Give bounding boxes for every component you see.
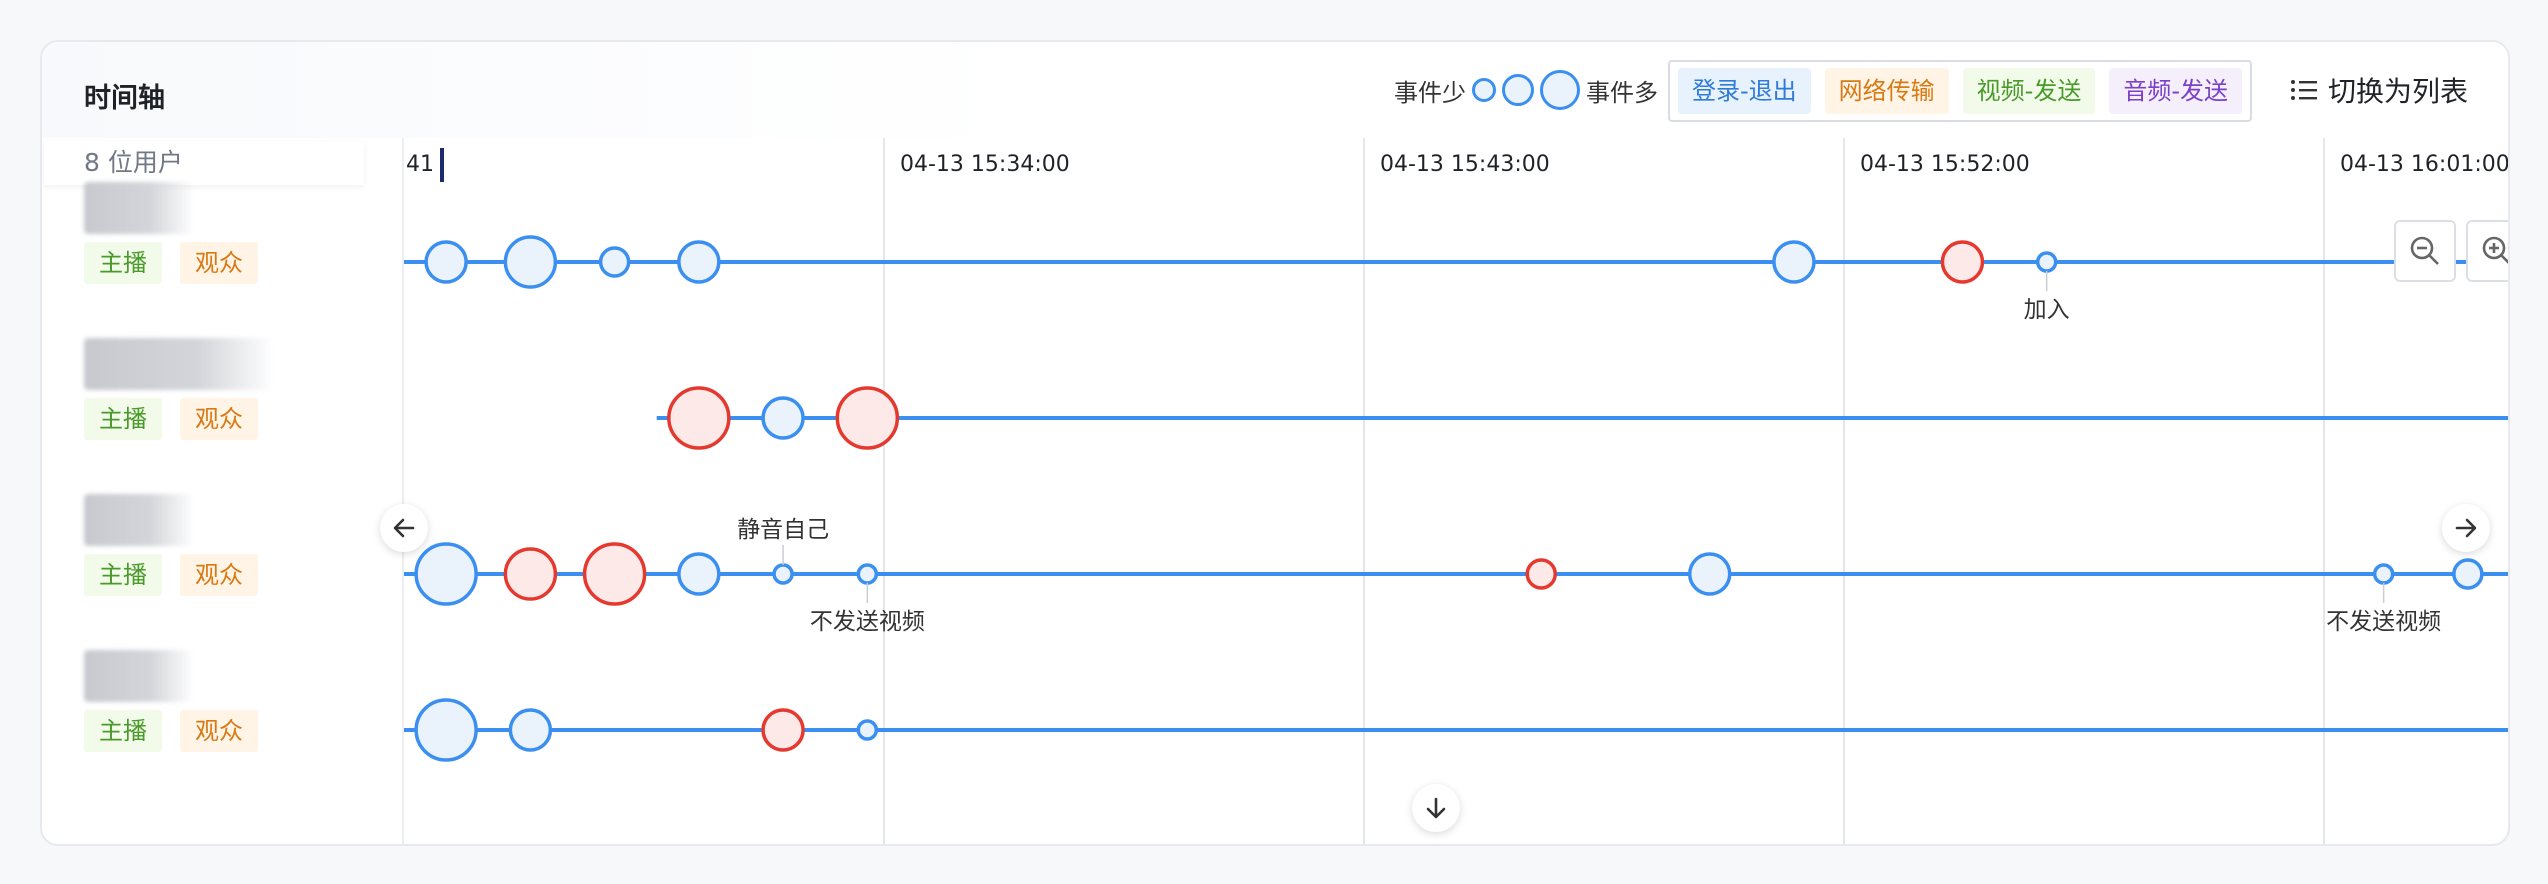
axis-tick-label: 04-13 15:43:00 [1380, 152, 1550, 177]
role-audience-badge: 观众 [180, 554, 258, 596]
event-marker[interactable] [2452, 558, 2484, 590]
arrow-left-icon [393, 518, 415, 538]
event-marker[interactable] [677, 240, 721, 284]
size-legend: 事件少 事件多 [1394, 70, 1658, 110]
role-audience-badge: 观众 [180, 242, 258, 284]
user-name-blurred [84, 338, 274, 390]
arrow-down-icon [1426, 797, 1446, 819]
role-host-badge: 主播 [84, 710, 162, 752]
user-row[interactable]: 主播 观众 [84, 182, 384, 302]
timeline-svg: 加入静音自己不发送视频 不发送视频 [404, 138, 2508, 844]
legend-login-logout[interactable]: 登录-退出 [1678, 68, 1811, 114]
role-audience-badge: 观众 [180, 398, 258, 440]
category-legend: 登录-退出 网络传输 视频-发送 音频-发送 [1668, 60, 2253, 122]
event-marker-error[interactable] [1525, 558, 1557, 590]
user-name-blurred [84, 182, 194, 234]
size-legend-less: 事件少 [1394, 78, 1466, 107]
zoom-in-icon [2482, 236, 2508, 264]
user-row[interactable]: 主播 观众 [84, 338, 384, 458]
event-marker-error[interactable] [503, 547, 558, 601]
event-marker[interactable] [772, 563, 794, 585]
switch-label: 切换为列表 [2328, 75, 2469, 108]
event-marker[interactable] [598, 246, 631, 278]
event-marker[interactable] [414, 542, 478, 606]
axis-tick-label: 04-13 16:01:00 [2340, 152, 2510, 177]
legend-network[interactable]: 网络传输 [1824, 68, 1949, 114]
size-medium-dot [1502, 74, 1534, 106]
arrow-right-icon [2455, 518, 2477, 538]
event-marker[interactable] [1687, 552, 1732, 596]
user-count: 8 位用户 [44, 141, 364, 185]
axis-partial-label: 41 [406, 152, 434, 177]
event-marker[interactable] [424, 240, 468, 284]
zoom-in-button[interactable] [2466, 220, 2508, 282]
user-name-blurred [84, 650, 194, 702]
scroll-down-button[interactable] [1412, 784, 1460, 832]
header: 时间轴 事件少 事件多 登录-退出 网络传输 视频-发送 音频-发送 切换为列表 [42, 42, 2508, 138]
role-host-badge: 主播 [84, 398, 162, 440]
event-label: 不发送视频 [2326, 609, 2441, 635]
axis-tick-label: 04-13 15:34:00 [900, 152, 1070, 177]
zoom-out-button[interactable] [2394, 220, 2456, 282]
legend-audio-send[interactable]: 音频-发送 [2109, 68, 2243, 114]
page-title: 时间轴 [84, 83, 165, 114]
event-marker[interactable] [2035, 251, 2058, 273]
role-audience-badge: 观众 [180, 710, 258, 752]
legend-video-send[interactable]: 视频-发送 [1962, 68, 2096, 114]
event-marker-error[interactable] [667, 386, 731, 450]
timeline-area: 加入静音自己不发送视频 不发送视频 41 04-13 15:34:00 04-13… [380, 138, 2510, 844]
event-label: 加入 [2024, 297, 2070, 323]
event-marker[interactable] [503, 235, 558, 289]
event-marker-error[interactable] [835, 386, 900, 450]
event-marker-error[interactable] [1940, 240, 1985, 284]
event-marker[interactable] [2372, 563, 2395, 585]
size-small-dot [1472, 78, 1496, 102]
axis-tick-label: 04-13 15:52:00 [1860, 152, 2030, 177]
event-marker-error[interactable] [761, 708, 805, 752]
role-host-badge: 主播 [84, 242, 162, 284]
event-marker[interactable] [677, 552, 721, 596]
switch-to-list-button[interactable]: 切换为列表 [2290, 70, 2468, 110]
scroll-right-button[interactable] [2442, 504, 2490, 552]
event-marker[interactable] [856, 719, 879, 741]
event-marker[interactable] [856, 563, 879, 585]
timeline-card: 时间轴 事件少 事件多 登录-退出 网络传输 视频-发送 音频-发送 切换为列表… [40, 40, 2510, 846]
event-marker[interactable] [761, 396, 805, 440]
event-marker[interactable] [1772, 240, 1816, 284]
user-list: 主播 观众 主播 观众 主播 观众 主播 观众 [42, 182, 402, 842]
role-host-badge: 主播 [84, 554, 162, 596]
event-marker-error[interactable] [582, 542, 647, 606]
zoom-out-icon [2410, 236, 2439, 265]
user-name-blurred [84, 494, 194, 546]
list-icon [2291, 80, 2317, 100]
user-row[interactable]: 主播 观众 [84, 494, 384, 614]
size-large-dot [1540, 70, 1580, 110]
scroll-left-button[interactable] [380, 504, 428, 552]
user-row[interactable]: 主播 观众 [84, 650, 384, 770]
event-label: 不发送视频 [810, 609, 925, 635]
event-label: 静音自己 [737, 517, 829, 543]
size-legend-more: 事件多 [1586, 78, 1658, 107]
event-marker[interactable] [508, 708, 553, 752]
event-marker[interactable] [414, 698, 478, 762]
time-cursor[interactable] [440, 148, 444, 182]
